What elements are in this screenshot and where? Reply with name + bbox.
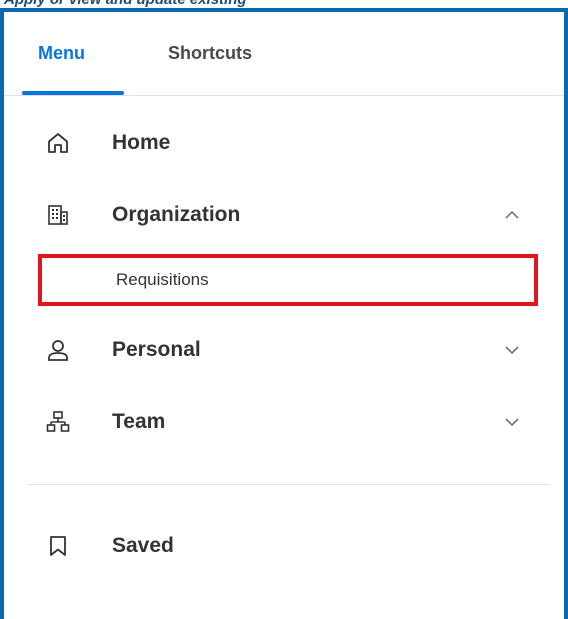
bookmark-icon bbox=[46, 534, 70, 558]
tab-menu[interactable]: Menu bbox=[38, 42, 85, 64]
menu-item-team[interactable]: Team bbox=[4, 394, 564, 450]
building-icon bbox=[46, 203, 70, 227]
menu-item-label: Organization bbox=[112, 203, 241, 226]
chevron-down-icon[interactable] bbox=[504, 342, 520, 358]
active-tab-indicator bbox=[22, 91, 124, 95]
org-chart-icon bbox=[46, 410, 70, 434]
tab-shortcuts[interactable]: Shortcuts bbox=[168, 42, 252, 64]
menu-item-label: Personal bbox=[112, 338, 201, 361]
menu-item-saved[interactable]: Saved bbox=[4, 518, 564, 574]
divider bbox=[28, 484, 550, 485]
menu-item-label: Home bbox=[112, 131, 171, 154]
menu-item-home[interactable]: Home bbox=[4, 115, 564, 171]
home-icon bbox=[46, 131, 70, 155]
menu-item-label: Saved bbox=[112, 534, 174, 557]
tab-bar: Menu Shortcuts bbox=[4, 12, 564, 96]
menu-item-personal[interactable]: Personal bbox=[4, 322, 564, 378]
navigation-panel: Menu Shortcuts Home Organization Requisi… bbox=[0, 8, 568, 619]
chevron-down-icon[interactable] bbox=[504, 414, 520, 430]
chevron-up-icon[interactable] bbox=[504, 207, 520, 223]
submenu-item-label: Requisitions bbox=[116, 270, 209, 289]
menu-item-label: Team bbox=[112, 410, 166, 433]
person-icon bbox=[46, 338, 70, 362]
submenu-item-requisitions[interactable]: Requisitions bbox=[38, 254, 538, 306]
menu-item-organization[interactable]: Organization bbox=[4, 187, 564, 243]
